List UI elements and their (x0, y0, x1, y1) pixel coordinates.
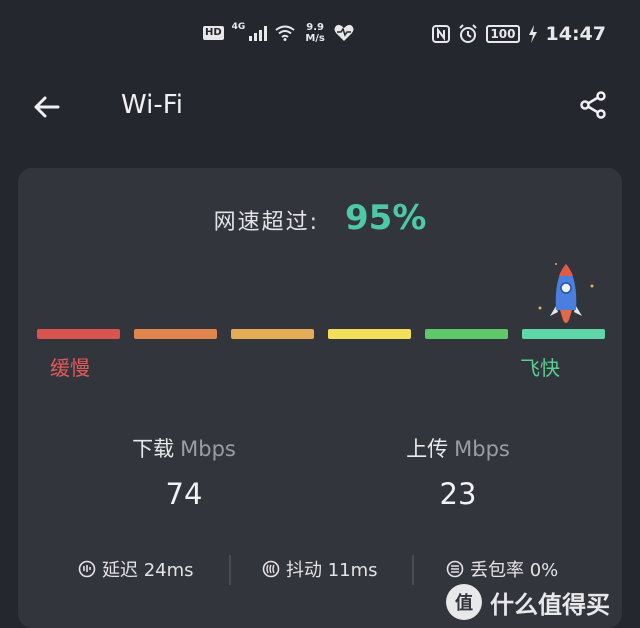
download-value: 74 (165, 477, 203, 511)
packet-loss-text: 丢包率 0% (470, 560, 559, 581)
upload-stat: 上传 Mbps 23 (338, 433, 578, 511)
net-speed: 9.9 M/s (305, 22, 325, 44)
wifi-icon (275, 25, 295, 41)
rocket-icon (538, 263, 594, 323)
scale-segment (328, 329, 411, 339)
status-left: HD 4G 9.9 M/s (203, 22, 355, 44)
status-right: 100 14:47 (432, 23, 606, 45)
page-title: Wi-Fi (121, 90, 184, 120)
latency-metric: 延迟 24ms (78, 556, 194, 582)
scale-segment (522, 329, 605, 339)
upload-unit: Mbps (454, 437, 510, 461)
net-speed-unit: M/s (305, 33, 325, 44)
scale-segment (231, 329, 314, 339)
result-headline: 网速超过: 95% (18, 198, 622, 238)
network-type: 4G (231, 22, 246, 32)
scale-segment (134, 329, 217, 339)
watermark: 值 什么值得买 (446, 584, 610, 620)
scale-label-fast: 飞快 (520, 356, 560, 380)
latency-icon (78, 560, 96, 578)
speed-scale (37, 329, 622, 341)
back-arrow-icon[interactable] (32, 92, 62, 122)
packet-loss-metric: 丢包率 0% (446, 556, 558, 582)
battery-indicator: 100 (486, 25, 520, 43)
heart-pulse-icon (334, 24, 354, 41)
upload-value: 23 (439, 477, 477, 511)
app-header: Wi-Fi (0, 78, 640, 138)
hd-badge: HD (203, 26, 224, 40)
alarm-icon (459, 24, 478, 43)
latency-text: 延迟 24ms (102, 560, 194, 581)
net-speed-value: 9.9 (306, 22, 324, 33)
jitter-icon (262, 560, 280, 578)
download-unit: Mbps (180, 437, 236, 461)
scale-segment (37, 329, 120, 339)
speed-test-card: 网速超过: 95% 缓慢 飞快 下载 Mbps 74 上传 Mbps 23 延迟… (18, 168, 622, 628)
status-bar: HD 4G 9.9 M/s 100 14:47 (0, 0, 640, 70)
clock: 14:47 (545, 23, 606, 45)
jitter-text: 抖动 11ms (286, 560, 378, 581)
jitter-metric: 抖动 11ms (262, 556, 378, 582)
download-stat: 下载 Mbps 74 (64, 433, 304, 511)
share-icon[interactable] (578, 90, 608, 120)
charging-icon (528, 25, 537, 43)
upload-label: 上传 (406, 437, 449, 461)
download-label: 下载 (132, 437, 175, 461)
watermark-logo: 值 (446, 584, 482, 620)
signal-icon (249, 25, 268, 41)
scale-segment (425, 329, 508, 339)
scale-label-slow: 缓慢 (50, 356, 90, 380)
result-percentile: 95% (345, 198, 427, 238)
metric-divider (229, 555, 231, 585)
watermark-text: 什么值得买 (490, 590, 610, 619)
speed-stats: 下载 Mbps 74 上传 Mbps 23 (18, 433, 622, 523)
metric-divider (412, 555, 414, 585)
network-metrics: 延迟 24ms 抖动 11ms 丢包率 0% (18, 556, 622, 586)
result-label: 网速超过: (213, 210, 320, 235)
packet-loss-icon (446, 560, 464, 578)
nfc-icon (432, 25, 451, 43)
